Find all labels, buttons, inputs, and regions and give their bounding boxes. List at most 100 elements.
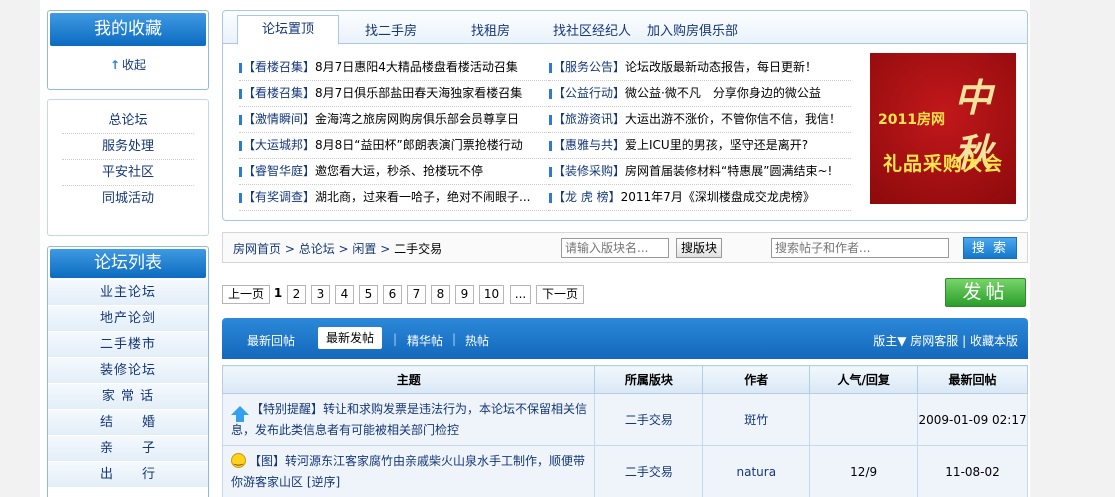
breadcrumb-current: 二手交易 — [394, 242, 443, 256]
table-row: 【图】转河源东江客家腐竹由亲戚柴火山泉水手工制作，顺便带你游客家山区 [逆序] … — [221, 445, 1028, 497]
news-item[interactable]: 【公益行动】微公益·微不凡 分享你身边的微公益 — [549, 81, 851, 107]
breadcrumb-home[interactable]: 房网首页 — [233, 242, 281, 256]
board-search-button[interactable]: 搜版块 — [676, 238, 723, 258]
ad-headline: 礼品采购大会 — [882, 153, 1003, 175]
news-list-left: 【看楼召集】8月7日惠阳4大精品楼盘看楼活动召集 【看楼召集】8月7日俱乐部盐田… — [239, 55, 549, 211]
board-search-input[interactable] — [561, 238, 669, 258]
forum-item[interactable]: 地产论剑 — [48, 306, 208, 332]
breadcrumb-forum[interactable]: 总论坛 — [299, 242, 335, 256]
breadcrumb: 房网首页 > 总论坛 > 闲置 > 二手交易 — [233, 242, 443, 256]
sidebar-link-service[interactable]: 服务处理 — [62, 134, 194, 160]
tab-featured[interactable]: 精华帖 — [407, 332, 443, 349]
forum-item[interactable]: 家 常 话 — [48, 384, 208, 410]
col-subject: 主题 — [221, 365, 596, 394]
sidebar-link-safe-community[interactable]: 平安社区 — [62, 160, 194, 186]
forum-item[interactable]: 业主论坛 — [48, 280, 208, 306]
page-link[interactable]: 5 — [359, 285, 378, 304]
sidebar-link-main-forum[interactable]: 总论坛 — [62, 108, 194, 134]
tab-hot[interactable]: 热帖 — [465, 332, 489, 349]
collapse-button[interactable]: ↑ 收起 — [48, 56, 208, 73]
news-item[interactable]: 【睿智华庭】邀您看大运，秒杀、抢楼玩不停 — [239, 159, 549, 185]
favorites-box: 我的收藏 ↑ 收起 — [47, 10, 209, 90]
page-link[interactable]: 7 — [407, 285, 426, 304]
forum-list-title: 论坛列表 — [50, 249, 206, 278]
sidebar-nav: 总论坛 服务处理 平安社区 同城活动 — [47, 99, 209, 236]
tab-latest-replies[interactable]: 最新回帖 — [247, 332, 295, 349]
post-search-input[interactable] — [771, 238, 949, 258]
tab-join-club[interactable]: 加入购房俱乐部 — [647, 20, 738, 39]
moderator-info: 版主▼ 房网客服 | 收藏本版 — [873, 334, 1018, 348]
news-list-right: 【服务公告】论坛改版最新动态报告，每日更新！ 【公益行动】微公益·微不凡 分享你… — [549, 55, 851, 211]
arrow-up-icon: ↑ — [109, 58, 121, 72]
news-item[interactable]: 【服务公告】论坛改版最新动态报告，每日更新！ — [549, 55, 851, 81]
thread-subject[interactable]: 【图】转河源东江客家腐竹由亲戚柴火山泉水手工制作，顺便带你游客家山区 [逆序] — [221, 445, 596, 497]
news-item[interactable]: 【激情瞬间】金海湾之旅房网购房俱乐部会员尊享日 — [239, 107, 549, 133]
favorites-title: 我的收藏 — [50, 13, 206, 46]
page-link[interactable]: 9 — [455, 285, 474, 304]
news-item[interactable]: 【装修采购】房网首届装修材料“特惠展”圆满结束~! — [549, 159, 851, 185]
tab-latest-posts[interactable]: 最新发帖 — [318, 327, 383, 349]
thread-stats — [809, 393, 919, 446]
forum-item[interactable]: 出 行 — [48, 462, 208, 488]
moderator-dropdown[interactable]: 版主▼ — [873, 334, 906, 348]
thread-author[interactable]: natura — [702, 445, 811, 497]
caret-down-icon: ▼ — [897, 334, 907, 348]
news-panel: 论坛置顶 找二手房 找租房 找社区经纪人 加入购房俱乐部 【看楼召集】8月7日惠… — [222, 10, 1028, 221]
col-author: 作者 — [702, 365, 811, 394]
page-link[interactable]: 2 — [287, 285, 306, 304]
forum-item[interactable]: 装修论坛 — [48, 358, 208, 384]
page-link[interactable]: 4 — [335, 285, 354, 304]
col-latest: 最新回帖 — [917, 365, 1028, 394]
news-item[interactable]: 【看楼召集】8月7日俱乐部盐田春天海独家看楼召集 — [239, 81, 549, 107]
thread-table: 主题 所属版块 作者 人气/回复 最新回帖 【特别提醒】转让和求购发票是违法行为… — [221, 365, 1028, 497]
mid-autumn-ad-banner[interactable]: 中秋 2011房网 礼品采购大会 — [870, 53, 1016, 204]
news-item[interactable]: 【惠雅与共】爱上ICU里的男孩，坚守还是离开? — [549, 133, 851, 159]
next-page-button[interactable]: 下一页 — [536, 285, 584, 304]
moderator-name[interactable]: 房网客服 — [910, 334, 958, 348]
thread-tab-bar: 最新回帖 最新发帖 | 精华帖 | 热帖 版主▼ 房网客服 | 收藏本版 — [222, 318, 1028, 359]
page-link[interactable]: 8 — [431, 285, 450, 304]
news-item[interactable]: 【大运城邦】8月8日“益田杯”郎朗表演门票抢楼行动 — [239, 133, 549, 159]
top-tabs: 论坛置顶 找二手房 找租房 找社区经纪人 加入购房俱乐部 — [223, 11, 1027, 45]
page-gutter-right — [1030, 0, 1115, 497]
new-post-button[interactable]: 发帖 — [945, 278, 1026, 307]
thread-board[interactable]: 二手交易 — [594, 393, 704, 446]
breadcrumb-bar: 房网首页 > 总论坛 > 闲置 > 二手交易 搜版块 搜 索 — [222, 232, 1028, 263]
page-link[interactable]: 10 — [479, 285, 504, 304]
page-link[interactable]: 6 — [383, 285, 402, 304]
collect-board-link[interactable]: 收藏本版 — [970, 334, 1018, 348]
tab-second-hand[interactable]: 找二手房 — [365, 20, 417, 39]
forum-item[interactable]: 亲 子 — [48, 436, 208, 462]
collapse-label: 收起 — [122, 58, 147, 72]
news-item[interactable]: 【看楼召集】8月7日惠阳4大精品楼盘看楼活动召集 — [239, 55, 549, 81]
news-item[interactable]: 【有奖调查】湖北商，过来看一哈子，绝对不闹眼子... — [239, 185, 549, 211]
page-gutter-left — [0, 0, 40, 497]
col-stats: 人气/回复 — [809, 365, 919, 394]
tab-rent[interactable]: 找租房 — [471, 20, 510, 39]
smile-icon — [231, 452, 246, 468]
thread-subject[interactable]: 【特别提醒】转让和求购发票是违法行为，本论坛不保留相关信息，发布此类信息者有可能… — [221, 393, 596, 446]
sidebar-link-city-events[interactable]: 同城活动 — [62, 186, 194, 212]
forum-item[interactable]: 结 婚 — [48, 410, 208, 436]
thread-author[interactable]: 斑竹 — [702, 393, 811, 446]
current-page: 1 — [272, 285, 284, 304]
forum-list: 论坛列表 业主论坛 地产论剑 二手楼市 装修论坛 家 常 话 结 婚 亲 子 出… — [47, 246, 209, 497]
news-item[interactable]: 【旅游资讯】大运出游不涨价，不管你信不信，我信！ — [549, 107, 851, 133]
arrow-up-icon — [231, 405, 249, 422]
table-row: 【特别提醒】转让和求购发票是违法行为，本论坛不保留相关信息，发布此类信息者有可能… — [221, 393, 1028, 446]
thread-latest: 11-08-02 — [917, 445, 1028, 497]
tab-pinned[interactable]: 论坛置顶 — [237, 15, 340, 45]
page-ellipsis[interactable]: ... — [510, 285, 531, 304]
news-item[interactable]: 【龙 虎 榜】2011年7月《深圳楼盘成交龙虎榜》 — [549, 185, 851, 211]
prev-page-button[interactable]: 上一页 — [222, 285, 270, 304]
ad-year: 2011房网 — [878, 112, 945, 128]
thread-stats: 12/9 — [809, 445, 919, 497]
forum-item[interactable]: 二手楼市 — [48, 332, 208, 358]
tab-agents[interactable]: 找社区经纪人 — [553, 20, 631, 39]
page-link[interactable]: 3 — [311, 285, 330, 304]
thread-latest: 2009-01-09 02:17 — [917, 393, 1028, 446]
col-board: 所属版块 — [594, 365, 704, 394]
breadcrumb-section[interactable]: 闲置 — [352, 242, 376, 256]
thread-board[interactable]: 二手交易 — [594, 445, 704, 497]
post-search-button[interactable]: 搜 索 — [963, 237, 1017, 259]
